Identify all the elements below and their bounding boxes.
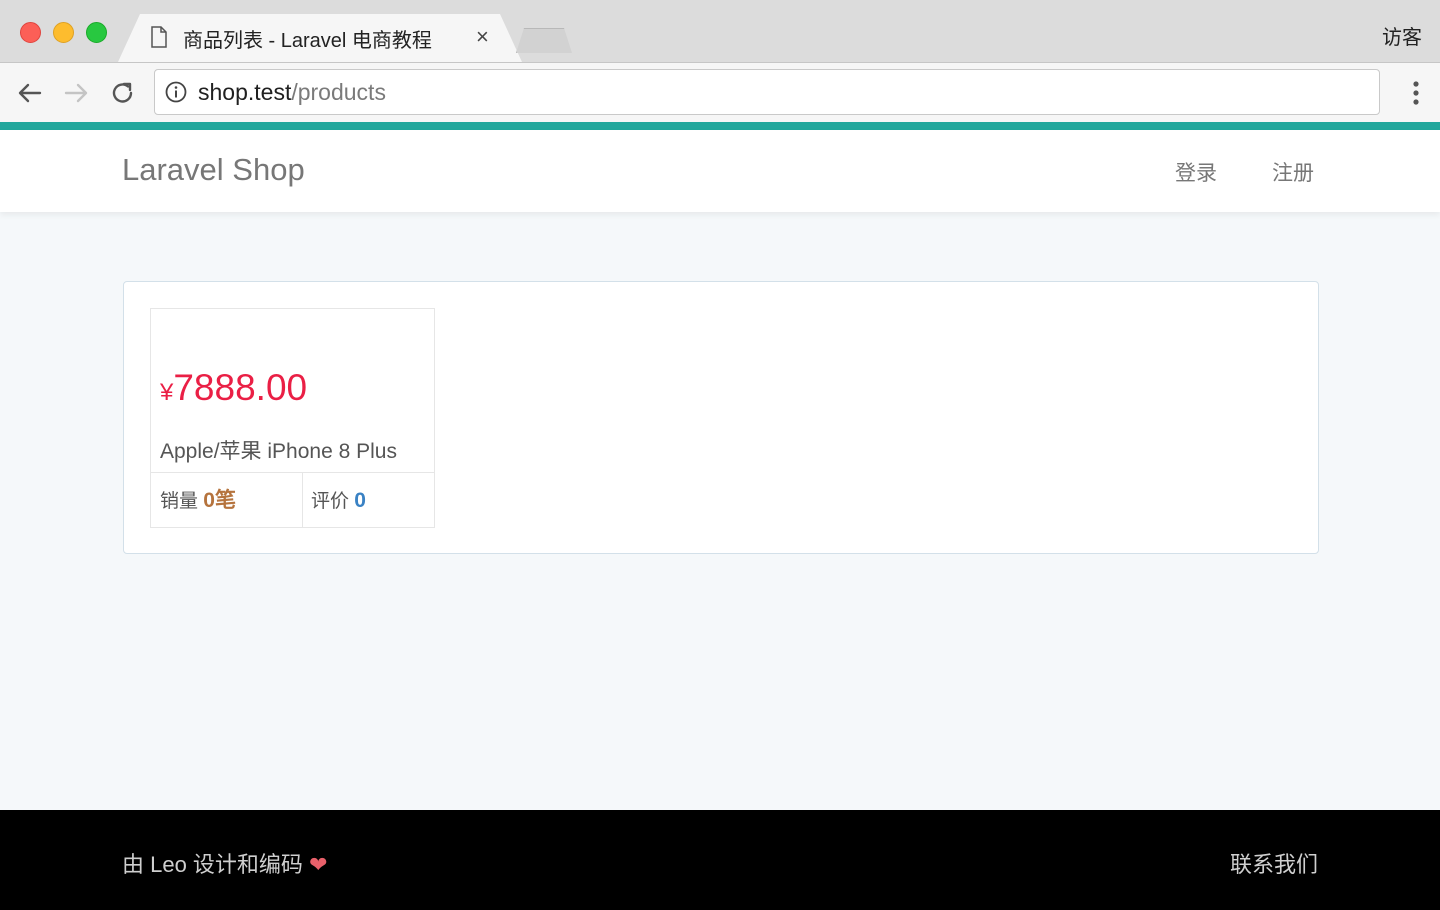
credit-text: 由 Leo 设计和编码 <box>122 852 303 877</box>
product-card[interactable]: ¥7888.00 Apple/苹果 iPhone 8 Plus 销量 0笔 评价… <box>150 308 435 528</box>
review-count: 0 <box>354 489 366 512</box>
guest-profile-label[interactable]: 访客 <box>1382 21 1422 50</box>
browser-toolbar: shop.test/products <box>0 62 1440 123</box>
contact-us-link[interactable]: 联系我们 <box>1230 847 1318 879</box>
product-price: ¥7888.00 <box>160 367 307 409</box>
close-window-button[interactable] <box>20 22 41 43</box>
tab-close-icon[interactable]: × <box>476 25 489 49</box>
footer-credit: 由 Leo 设计和编码 ❤ <box>122 847 328 879</box>
document-icon <box>151 26 167 48</box>
more-menu-icon[interactable] <box>1412 80 1420 106</box>
site-footer: 由 Leo 设计和编码 ❤ 联系我们 <box>0 810 1440 910</box>
url-text[interactable]: shop.test/products <box>198 79 386 106</box>
sold-count: 0笔 <box>203 489 236 512</box>
reload-icon[interactable] <box>109 79 137 107</box>
maximize-window-button[interactable] <box>86 22 107 43</box>
heart-icon: ❤ <box>309 852 328 877</box>
sold-stat: 销量 0笔 <box>160 473 236 528</box>
price-value: 7888.00 <box>173 367 308 408</box>
site-navbar: Laravel Shop 登录 注册 <box>0 130 1440 212</box>
url-path: /products <box>291 79 386 105</box>
minimize-window-button[interactable] <box>53 22 74 43</box>
loading-accent-bar <box>0 122 1440 130</box>
product-stats: 销量 0笔 评价 0 <box>151 472 434 528</box>
review-stat: 评价 0 <box>311 473 366 528</box>
brand-link[interactable]: Laravel Shop <box>122 152 305 188</box>
forward-arrow-icon[interactable] <box>62 79 90 107</box>
info-icon[interactable] <box>165 81 187 103</box>
currency-symbol: ¥ <box>160 379 174 406</box>
product-title[interactable]: Apple/苹果 iPhone 8 Plus <box>160 435 397 465</box>
url-host: shop.test <box>198 79 292 105</box>
register-link[interactable]: 注册 <box>1272 157 1314 187</box>
product-image[interactable] <box>151 309 434 364</box>
address-bar[interactable]: shop.test/products <box>154 69 1380 115</box>
tab-title: 商品列表 - Laravel 电商教程 <box>183 30 432 52</box>
stats-divider <box>302 473 303 528</box>
sold-label: 销量 <box>160 491 199 512</box>
review-label: 评价 <box>311 491 350 512</box>
login-link[interactable]: 登录 <box>1175 157 1217 187</box>
products-panel: ¥7888.00 Apple/苹果 iPhone 8 Plus 销量 0笔 评价… <box>123 281 1319 554</box>
browser-tab-bar: 商品列表 - Laravel 电商教程 × 访客 <box>0 0 1440 62</box>
new-tab-button[interactable] <box>516 28 572 53</box>
back-arrow-icon[interactable] <box>16 79 44 107</box>
